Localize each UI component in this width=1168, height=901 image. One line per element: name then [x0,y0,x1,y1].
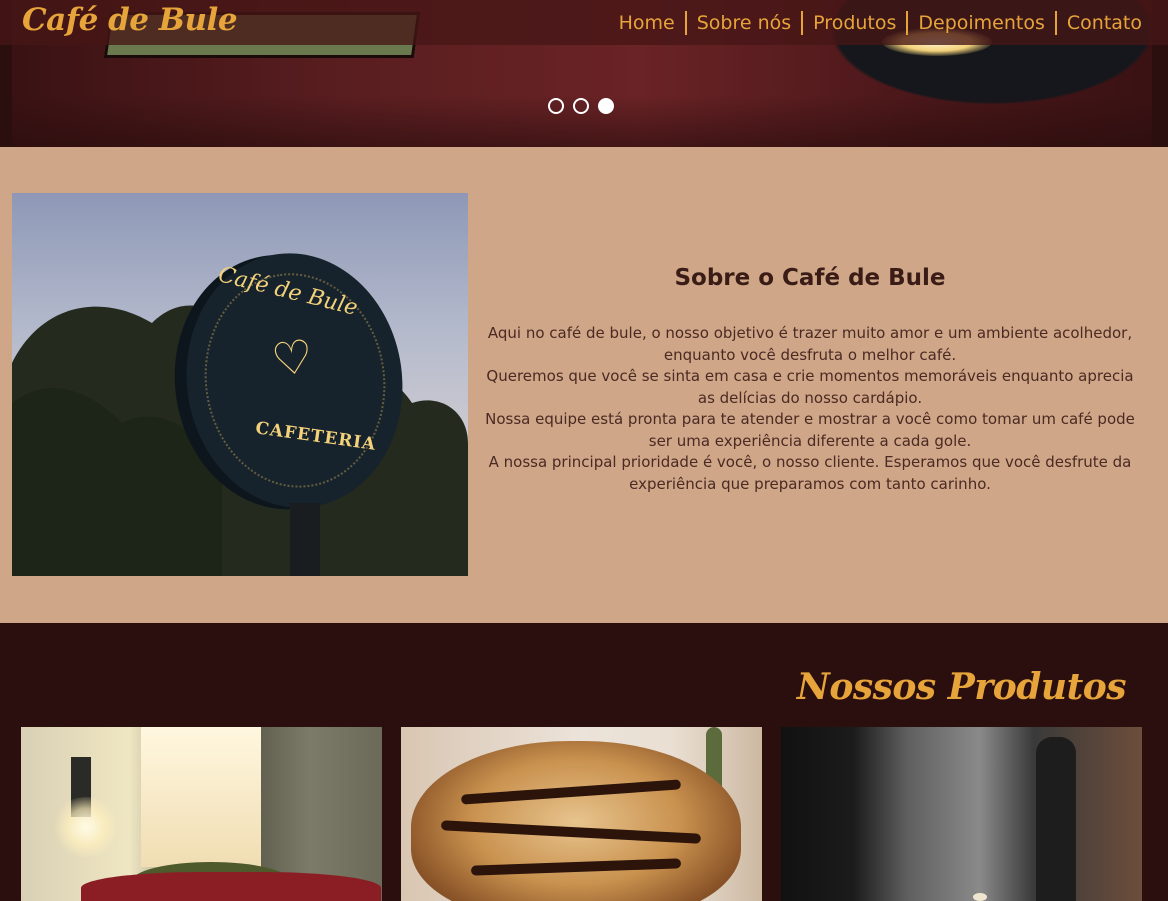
carousel-indicators [548,98,614,114]
nav-link-sobre[interactable]: Sobre nós [687,12,801,34]
about-paragraph: Aqui no café de bule, o nosso objetivo é… [487,324,1133,364]
about-paragraph: A nossa principal prioridade é você, o n… [488,453,1132,493]
product-card-pastry[interactable] [401,727,762,901]
cake-topping [81,872,381,901]
highlight [973,893,987,901]
about-paragraph: Queremos que você se sinta em casa e cri… [486,367,1134,407]
sign-pole [290,503,320,576]
product-card-cake[interactable] [21,727,382,901]
about-section: Café de Bule ♡ CAFETERIA Sobre o Café de… [0,147,1168,623]
nav-link-contato[interactable]: Contato [1057,12,1152,34]
products-title: Nossos Produtos [796,666,1127,708]
window-light [141,727,261,867]
nav-link-home[interactable]: Home [609,12,685,34]
teapot-heart-icon: ♡ [268,328,317,388]
carousel-dot-2[interactable] [573,98,589,114]
navbar: Café de Bule Home Sobre nós Produtos Dep… [0,0,1168,45]
about-title: Sobre o Café de Bule [674,265,946,291]
product-card-drink[interactable] [781,727,1142,901]
nav-menu: Home Sobre nós Produtos Depoimentos Cont… [609,10,1168,35]
nav-link-depoimentos[interactable]: Depoimentos [908,12,1055,34]
carousel-dot-1[interactable] [548,98,564,114]
cafe-sign-photo: Café de Bule ♡ CAFETERIA [12,193,468,576]
bottle [1036,737,1076,901]
site-logo[interactable]: Café de Bule [0,2,238,38]
lamp-glow [51,797,121,857]
carousel-dot-3[interactable] [598,98,614,114]
nav-link-produtos[interactable]: Produtos [803,12,906,34]
about-paragraph: Nossa equipe está pronta para te atender… [485,410,1135,450]
products-section: Nossos Produtos [0,623,1168,901]
about-text: Sobre o Café de Bule Aqui no café de bul… [480,265,1140,495]
